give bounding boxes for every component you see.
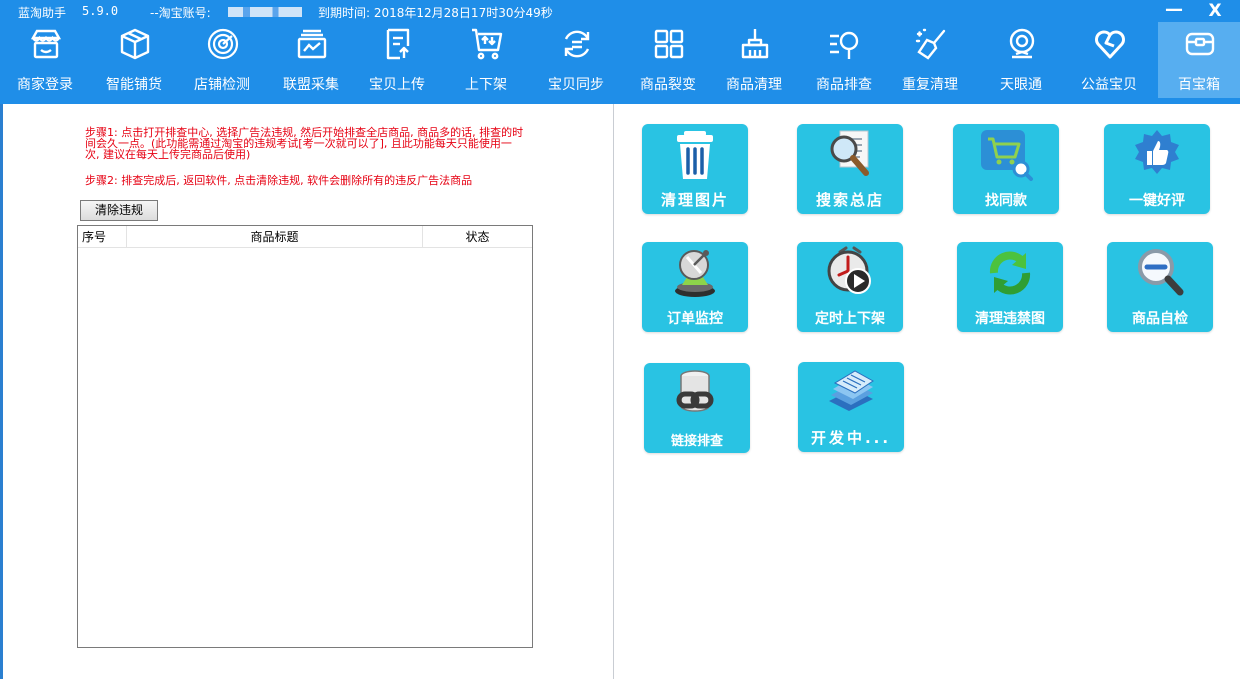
nav-item-sky-eye[interactable]: 天眼通 <box>980 22 1062 98</box>
box-icon <box>120 28 150 60</box>
tool-label: 搜索总店 <box>815 191 884 209</box>
tool-link-inspect[interactable]: 链接排查 <box>644 363 750 453</box>
nav-item-item-sync[interactable]: 宝贝同步 <box>535 22 617 98</box>
step1-instructions: 步骤1: 点击打开排查中心, 选择广告法违规, 然后开始排查全店商品, 商品多的… <box>85 126 524 161</box>
cart-icon <box>472 28 503 60</box>
nav-item-shop-check[interactable]: 店铺检测 <box>181 22 263 98</box>
sync-icon <box>564 30 590 58</box>
recycle-icon <box>989 251 1031 295</box>
tool-label: 订单监控 <box>667 311 723 327</box>
nav-item-toolbox[interactable]: 百宝箱 <box>1158 22 1240 98</box>
nav-label: 商品裂变 <box>640 77 696 93</box>
nav-item-item-upload[interactable]: 宝贝上传 <box>356 22 438 98</box>
tool-label: 链接排查 <box>670 434 723 449</box>
search-list-icon <box>830 31 859 59</box>
nav-item-shelf[interactable]: 上下架 <box>445 22 527 98</box>
step2-instructions: 步骤2: 排查完成后, 返回软件, 点击清除违规, 软件会删除所有的违反广告法商… <box>85 174 473 187</box>
main-nav: 商家登录 智能铺货 店铺检测 联盟采集 宝贝上传 上下架 宝贝同步 商品裂变 商… <box>0 18 1240 102</box>
tool-label: 商品自检 <box>1132 311 1188 327</box>
nav-item-product-inspect[interactable]: 商品排查 <box>803 22 885 98</box>
tool-label: 清理图片 <box>660 191 729 209</box>
tool-one-click-review[interactable]: 一键好评 <box>1104 124 1210 214</box>
stack-icon <box>829 370 874 411</box>
eye-icon <box>1009 28 1035 59</box>
nav-item-merchant-login[interactable]: 商家登录 <box>4 22 86 98</box>
nav-label: 联盟采集 <box>283 77 339 93</box>
nav-label: 重复清理 <box>902 77 958 93</box>
radar-icon <box>207 28 239 60</box>
tool-label: 找同款 <box>985 193 1027 209</box>
sweep-icon <box>915 28 946 60</box>
nav-item-charity-item[interactable]: 公益宝贝 <box>1068 22 1150 98</box>
tool-product-self-check[interactable]: 商品自检 <box>1107 242 1213 332</box>
nav-item-alliance-collect[interactable]: 联盟采集 <box>270 22 352 98</box>
cart-search-icon <box>981 130 1033 181</box>
account-name-masked <box>228 7 302 17</box>
tool-clean-images[interactable]: 清理图片 <box>642 124 748 214</box>
store-icon <box>30 29 62 59</box>
nav-label: 智能铺货 <box>106 77 162 93</box>
nav-label: 宝贝上传 <box>369 77 425 93</box>
nav-label: 商品清理 <box>726 77 782 93</box>
nav-label: 百宝箱 <box>1178 77 1220 93</box>
nav-label: 上下架 <box>465 77 507 93</box>
satellite-icon <box>675 250 715 297</box>
column-header-status[interactable]: 状态 <box>423 226 532 248</box>
product-table[interactable]: 序号 商品标题 状态 <box>77 225 533 648</box>
tool-clean-banned-images[interactable]: 清理违禁图 <box>957 242 1063 332</box>
clock-play-icon <box>827 246 871 294</box>
nav-label: 商品排查 <box>816 77 872 93</box>
tool-order-monitor[interactable]: 订单监控 <box>642 242 748 332</box>
nav-label: 公益宝贝 <box>1081 77 1137 93</box>
toolbox-icon <box>1185 32 1215 56</box>
nav-label: 商家登录 <box>17 77 73 93</box>
tool-label: 定时上下架 <box>815 311 885 327</box>
link-db-icon <box>676 370 714 412</box>
upload-doc-icon <box>386 28 410 60</box>
broom-icon <box>741 29 769 59</box>
panel-edge <box>0 104 3 679</box>
nav-item-smart-listing[interactable]: 智能铺货 <box>93 22 175 98</box>
magnifier-doc-icon <box>830 130 869 176</box>
nav-item-product-clean[interactable]: 商品清理 <box>713 22 795 98</box>
tool-search-store[interactable]: 搜索总店 <box>797 124 903 214</box>
thumbs-up-icon <box>1135 130 1179 174</box>
nav-label: 宝贝同步 <box>548 77 604 93</box>
tool-label: 清理违禁图 <box>975 311 1045 327</box>
grid-icon <box>654 29 684 59</box>
tool-label: 一键好评 <box>1129 193 1185 209</box>
nav-item-product-fission[interactable]: 商品裂变 <box>627 22 709 98</box>
zoom-out-icon <box>1138 249 1184 296</box>
nav-label: 天眼通 <box>1000 77 1042 93</box>
app-version: 5.9.0 <box>82 4 119 18</box>
tool-scheduled-shelf[interactable]: 定时上下架 <box>797 242 903 332</box>
column-header-seq[interactable]: 序号 <box>78 226 127 248</box>
tool-label: 开发中... <box>810 429 892 447</box>
app-header: 蓝淘助手 5.9.0 --淘宝账号: 到期时间: 2018年12月28日17时3… <box>0 0 1240 104</box>
column-header-title[interactable]: 商品标题 <box>127 226 423 248</box>
table-header: 序号 商品标题 状态 <box>78 226 532 248</box>
collect-icon <box>297 29 327 59</box>
tool-find-same[interactable]: 找同款 <box>953 124 1059 214</box>
tool-in-development[interactable]: 开发中... <box>798 362 904 452</box>
clear-violations-button[interactable]: 清除违规 <box>80 200 158 221</box>
nav-label: 店铺检测 <box>194 77 250 93</box>
heart-icon <box>1095 30 1125 59</box>
nav-item-duplicate-clean[interactable]: 重复清理 <box>889 22 971 98</box>
trash-icon <box>677 131 713 179</box>
